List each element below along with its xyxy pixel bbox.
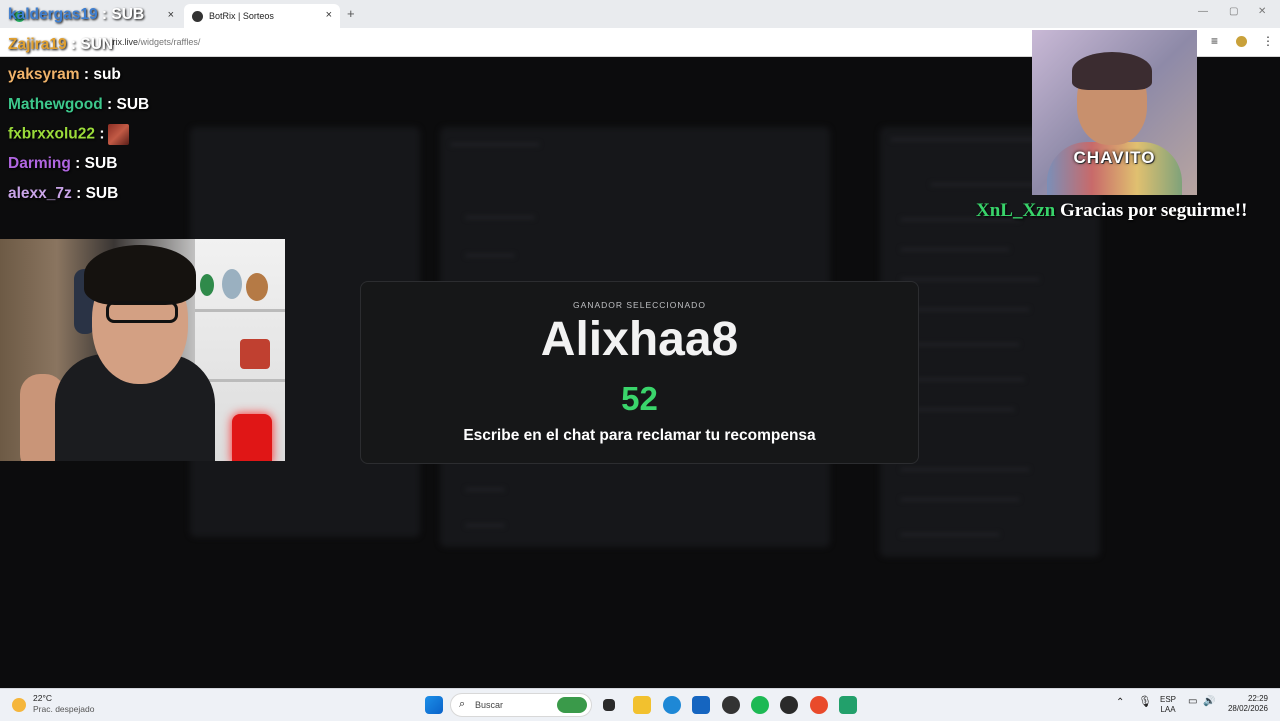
file-explorer-icon[interactable] [633, 696, 651, 714]
tray-chevron-icon[interactable]: ⌃ [1116, 698, 1124, 708]
cam-label: CHAVITO [1073, 148, 1156, 167]
spotify-icon[interactable] [751, 696, 769, 714]
chat-line: Zajira19 : SUN [8, 36, 114, 53]
shelf-board [195, 309, 285, 312]
volume-icon[interactable]: 🔊 [1203, 697, 1215, 707]
close-window-button[interactable]: ✕ [1258, 6, 1266, 17]
blurred-line [450, 142, 540, 147]
chat-username: yaksyram [8, 66, 80, 83]
follow-alert: XnL_Xzn Gracias por seguirme!! [976, 200, 1247, 222]
figure [246, 273, 268, 301]
chat-message: SUN [80, 36, 114, 53]
blurred-line [900, 532, 1000, 537]
glasses [106, 301, 178, 323]
url-host: trix.live [110, 37, 139, 47]
taskbar-search-box[interactable]: ⌕ Buscar [450, 693, 592, 717]
blurred-line [465, 487, 505, 492]
chat-line: kaldergas19 : SUB [8, 6, 145, 23]
search-placeholder: Buscar [475, 700, 504, 710]
weather-widget[interactable]: 22°C Prac. despejado [12, 693, 94, 715]
microphone-icon[interactable]: 🎙 [1138, 697, 1152, 708]
minimize-button[interactable]: — [1198, 6, 1208, 17]
start-button-icon[interactable] [425, 696, 443, 714]
weather-condition: Prac. despejado [33, 704, 95, 714]
weather-temp: 22°C [33, 693, 52, 703]
search-icon: ⌕ [459, 698, 466, 710]
figure [222, 269, 242, 299]
notepad-icon[interactable] [839, 696, 857, 714]
blurred-line [900, 467, 1030, 472]
new-tab-button[interactable]: + [347, 6, 355, 21]
tab-search-icon[interactable]: ≡ [1211, 34, 1218, 48]
clock-time: 22:29 [1247, 694, 1268, 703]
figure [200, 274, 214, 296]
url-text[interactable]: trix.live/widgets/raffles/ [110, 37, 200, 47]
windows-taskbar: 22°C Prac. despejado ⌕ Buscar ⌃ 🎙 ESP LA… [0, 688, 1280, 721]
url-path: /widgets/raffles/ [138, 37, 201, 47]
close-tab-icon[interactable]: × [168, 9, 174, 21]
task-view-icon[interactable] [603, 699, 615, 711]
chat-line: Darming : SUB [8, 155, 118, 172]
winner-kicker: GANADOR SELECCIONADO [573, 300, 706, 310]
keyboard-layout: LAA [1160, 705, 1176, 714]
botrix-favicon-icon [192, 10, 203, 22]
chat-username: alexx_7z [8, 185, 72, 202]
store-icon[interactable] [692, 696, 710, 714]
microphone [232, 414, 272, 461]
search-highlight-icon [557, 697, 587, 713]
winner-number: 52 [621, 380, 658, 417]
maximize-button[interactable]: ▢ [1229, 6, 1238, 17]
blurred-line [890, 137, 1040, 142]
streamer-webcam [0, 239, 285, 461]
blurred-line [900, 497, 1020, 502]
blurred-line [465, 253, 515, 258]
hair [84, 245, 196, 305]
chat-line: yaksyram : sub [8, 66, 121, 83]
network-icon[interactable]: ▭ [1188, 697, 1197, 707]
blurred-line [900, 277, 1040, 282]
chat-username: fxbrxxolu22 [8, 125, 96, 143]
raffle-winner-panel: GANADOR SELECCIONADO Alixhaa8 52 Escribe… [360, 281, 919, 464]
browser-tab-bar: × BotRix | Sorteos × + — ▢ ✕ [0, 0, 1280, 28]
chat-message: SUB [111, 6, 145, 23]
blurred-line [900, 247, 1010, 252]
profile-avatar-icon[interactable] [1236, 36, 1247, 47]
close-tab-icon[interactable]: × [326, 9, 332, 21]
overlay-cam-chavito: CHAVITO [1032, 30, 1197, 195]
chat-message: SUB [116, 96, 150, 113]
hair [1072, 52, 1152, 90]
claim-instructions: Escribe en el chat para reclamar tu reco… [463, 427, 816, 444]
chat-username: kaldergas19 [8, 6, 98, 23]
menu-more-icon[interactable]: ⋮ [1262, 34, 1274, 48]
follower-name: XnL_Xzn [976, 200, 1056, 221]
edge-icon[interactable] [663, 696, 681, 714]
chat-line: alexx_7z : SUB [8, 185, 119, 202]
chat-line: fxbrxxolu22 : [8, 124, 130, 145]
whatsapp-icon[interactable] [780, 696, 798, 714]
clock-date: 28/02/2026 [1227, 704, 1268, 713]
language-code: ESP [1160, 695, 1177, 704]
figure [240, 339, 270, 369]
chat-message: SUB [85, 185, 119, 202]
tab-2-label: BotRix | Sorteos [209, 11, 274, 21]
chrome-icon[interactable] [810, 696, 828, 714]
chat-username: Zajira19 [8, 36, 67, 53]
chat-line: Mathewgood : SUB [8, 96, 150, 113]
chat-username: Darming [8, 155, 71, 172]
blurred-line [465, 215, 535, 220]
tab-botrix-sorteos[interactable]: BotRix | Sorteos × [184, 4, 340, 28]
chat-emote-icon [108, 124, 130, 145]
blurred-line [465, 523, 505, 528]
obs-icon[interactable] [722, 696, 740, 714]
clock[interactable]: 22:29 28/02/2026 [1222, 694, 1268, 714]
chat-message: sub [93, 66, 121, 83]
blurred-line [900, 307, 1030, 312]
follow-message: Gracias por seguirme!! [1059, 200, 1248, 221]
language-indicator[interactable]: ESP LAA [1160, 695, 1176, 715]
winner-name: Alixhaa8 [540, 313, 739, 366]
weather-icon [12, 698, 26, 712]
chat-username: Mathewgood [8, 96, 103, 113]
chat-message: SUB [84, 155, 118, 172]
